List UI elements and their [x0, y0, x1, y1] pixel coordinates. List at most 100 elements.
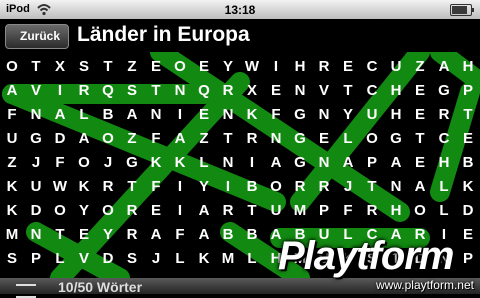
grid-letter[interactable]: U — [264, 199, 288, 223]
grid-letter[interactable]: T — [456, 103, 480, 127]
grid-letter[interactable]: E — [192, 103, 216, 127]
grid-letter[interactable]: O — [72, 151, 96, 175]
grid-letter[interactable]: G — [432, 79, 456, 103]
grid-letter[interactable]: K — [72, 175, 96, 199]
grid-letter[interactable]: U — [0, 127, 24, 151]
grid-letter[interactable]: I — [168, 199, 192, 223]
grid-letter[interactable]: G — [24, 127, 48, 151]
grid-letter[interactable]: T — [48, 223, 72, 247]
grid-letter[interactable]: A — [408, 175, 432, 199]
grid-letter[interactable]: H — [456, 55, 480, 79]
grid-letter[interactable]: A — [48, 103, 72, 127]
grid-letter[interactable]: N — [24, 223, 48, 247]
grid-letter[interactable]: I — [240, 151, 264, 175]
grid-letter[interactable]: R — [96, 175, 120, 199]
grid-letter[interactable]: E — [144, 199, 168, 223]
grid-letter[interactable]: Z — [0, 151, 24, 175]
grid-letter[interactable]: R — [432, 103, 456, 127]
grid-letter[interactable]: K — [240, 103, 264, 127]
grid-letter[interactable]: R — [120, 223, 144, 247]
grid-letter[interactable]: B — [240, 175, 264, 199]
grid-letter[interactable]: D — [24, 199, 48, 223]
grid-letter[interactable]: T — [360, 175, 384, 199]
grid-letter[interactable]: A — [192, 199, 216, 223]
grid-letter[interactable]: P — [312, 199, 336, 223]
grid-letter[interactable]: O — [264, 175, 288, 199]
grid-letter[interactable]: N — [288, 79, 312, 103]
grid-letter[interactable]: J — [24, 151, 48, 175]
grid-letter[interactable]: R — [240, 127, 264, 151]
grid-letter[interactable]: A — [336, 151, 360, 175]
grid-letter[interactable]: P — [360, 151, 384, 175]
grid-letter[interactable]: Y — [96, 223, 120, 247]
grid-letter[interactable]: A — [192, 223, 216, 247]
grid-letter[interactable]: H — [432, 151, 456, 175]
back-button[interactable]: Zurück — [5, 24, 70, 49]
grid-letter[interactable]: A — [384, 151, 408, 175]
grid-letter[interactable]: N — [384, 175, 408, 199]
grid-letter[interactable]: A — [0, 79, 24, 103]
grid-letter[interactable]: G — [120, 151, 144, 175]
grid-letter[interactable]: Y — [216, 55, 240, 79]
grid-letter[interactable]: D — [456, 199, 480, 223]
grid-letter[interactable]: N — [312, 103, 336, 127]
grid-letter[interactable]: R — [216, 199, 240, 223]
grid-letter[interactable]: T — [96, 55, 120, 79]
grid-letter[interactable]: N — [264, 127, 288, 151]
grid-letter[interactable]: Z — [120, 127, 144, 151]
grid-letter[interactable]: O — [0, 55, 24, 79]
grid-letter[interactable]: R — [120, 199, 144, 223]
grid-letter[interactable]: F — [168, 223, 192, 247]
grid-letter[interactable]: E — [336, 55, 360, 79]
grid-letter[interactable]: V — [72, 247, 96, 271]
grid-letter[interactable]: M — [0, 223, 24, 247]
grid-letter[interactable]: F — [336, 199, 360, 223]
grid-letter[interactable]: F — [144, 127, 168, 151]
grid-letter[interactable]: K — [0, 199, 24, 223]
grid-letter[interactable]: G — [288, 103, 312, 127]
grid-letter[interactable]: Y — [192, 175, 216, 199]
grid-letter[interactable]: A — [144, 223, 168, 247]
grid-letter[interactable]: V — [312, 79, 336, 103]
grid-letter[interactable]: X — [240, 79, 264, 103]
grid-letter[interactable]: L — [192, 151, 216, 175]
grid-letter[interactable]: F — [144, 175, 168, 199]
grid-letter[interactable]: I — [216, 175, 240, 199]
grid-letter[interactable]: L — [432, 175, 456, 199]
grid-letter[interactable]: D — [48, 127, 72, 151]
grid-letter[interactable]: X — [48, 55, 72, 79]
grid-letter[interactable]: R — [360, 199, 384, 223]
grid-letter[interactable]: T — [408, 127, 432, 151]
grid-letter[interactable]: Z — [192, 127, 216, 151]
grid-letter[interactable]: S — [72, 55, 96, 79]
grid-letter[interactable]: I — [48, 79, 72, 103]
grid-letter[interactable]: G — [288, 127, 312, 151]
grid-letter[interactable]: N — [216, 103, 240, 127]
grid-letter[interactable]: T — [144, 79, 168, 103]
grid-letter[interactable]: M — [216, 247, 240, 271]
grid-letter[interactable]: I — [264, 55, 288, 79]
grid-letter[interactable]: R — [312, 175, 336, 199]
grid-letter[interactable]: R — [72, 79, 96, 103]
grid-letter[interactable]: E — [264, 79, 288, 103]
grid-letter[interactable]: C — [432, 127, 456, 151]
grid-letter[interactable]: W — [48, 175, 72, 199]
grid-letter[interactable]: E — [408, 151, 432, 175]
grid-letter[interactable]: O — [96, 127, 120, 151]
grid-letter[interactable]: H — [288, 55, 312, 79]
grid-letter[interactable]: K — [0, 175, 24, 199]
grid-letter[interactable]: O — [360, 127, 384, 151]
grid-letter[interactable]: H — [384, 103, 408, 127]
grid-letter[interactable]: T — [216, 127, 240, 151]
grid-letter[interactable]: E — [72, 223, 96, 247]
grid-letter[interactable]: T — [24, 55, 48, 79]
grid-letter[interactable]: M — [288, 199, 312, 223]
grid-letter[interactable]: R — [312, 55, 336, 79]
grid-letter[interactable]: I — [168, 103, 192, 127]
grid-letter[interactable]: V — [24, 79, 48, 103]
grid-letter[interactable]: F — [0, 103, 24, 127]
grid-letter[interactable]: E — [192, 55, 216, 79]
word-list-icon[interactable] — [16, 284, 36, 298]
grid-letter[interactable]: E — [408, 103, 432, 127]
grid-letter[interactable]: T — [240, 199, 264, 223]
